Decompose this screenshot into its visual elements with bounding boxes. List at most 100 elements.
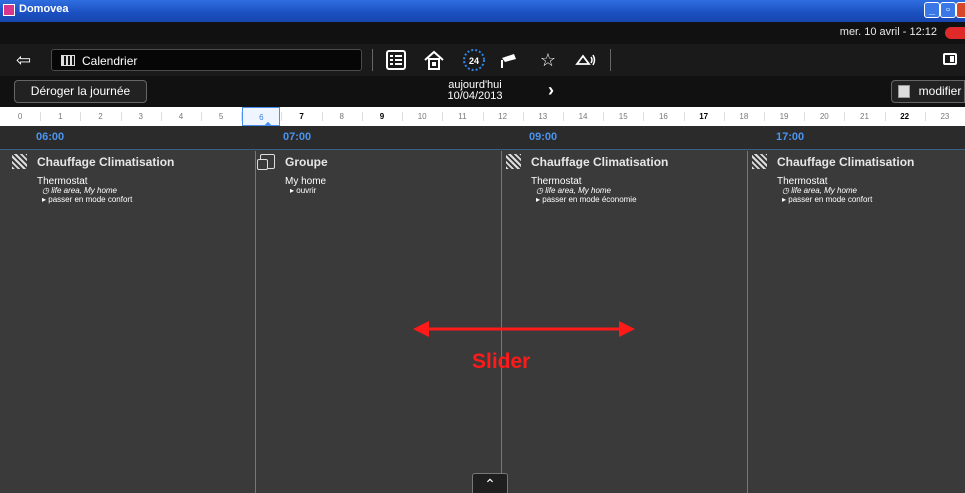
hour-tick-label[interactable]: 14	[564, 107, 602, 126]
hour-tick-label[interactable]: 0	[1, 107, 39, 126]
app-icon	[3, 4, 15, 16]
day-bar: Déroger la journée aujourd'hui 10/04/201…	[0, 76, 965, 107]
calendar-icon	[61, 55, 75, 66]
section-selector[interactable]: Calendrier	[51, 49, 362, 71]
list-icon[interactable]	[384, 48, 408, 72]
hour-tick-label[interactable]: 23	[926, 107, 964, 126]
slider-annotation: Slider	[472, 350, 531, 373]
hour-divider	[361, 112, 363, 121]
event-time: 07:00	[283, 131, 312, 143]
hour-divider	[482, 112, 484, 121]
hour-tick-label[interactable]: 8	[323, 107, 361, 126]
hour-divider	[924, 112, 926, 121]
hour-divider	[603, 112, 605, 121]
event-time: 17:00	[776, 131, 805, 143]
hour-tick-label[interactable]: 15	[604, 107, 642, 126]
derogate-day-button[interactable]: Déroger la journée	[14, 80, 147, 103]
hour-divider	[844, 112, 846, 121]
hour-tick-label[interactable]: 19	[765, 107, 803, 126]
hour-tick-label[interactable]: 6	[242, 107, 281, 126]
hour-tick-label[interactable]: 3	[122, 107, 160, 126]
status-bar: mer. 10 avril - 12:12	[0, 22, 965, 44]
maximize-button[interactable]: ▫	[940, 2, 956, 18]
hour-tick-label[interactable]: 20	[805, 107, 843, 126]
hour-divider	[120, 112, 122, 121]
hour-ruler[interactable]: 0 1 2 3 4 5 6 7 8 9 10 11 12 13 14 15 16 17 18 19 20 21 22 23	[0, 107, 965, 126]
event-location: ◷ life area, My home	[782, 186, 858, 195]
event-action: passer en mode confort	[782, 195, 872, 204]
next-day-arrow[interactable]: ›	[548, 80, 554, 101]
alert-icon[interactable]	[574, 48, 598, 72]
panel-icon[interactable]	[943, 53, 957, 65]
modify-button[interactable]: modifier	[891, 80, 965, 103]
status-indicator[interactable]	[945, 27, 965, 39]
minimize-button[interactable]: _	[924, 2, 940, 18]
home-icon[interactable]	[422, 48, 446, 72]
close-button[interactable]	[956, 2, 965, 18]
event-title: Chauffage Climatisation	[777, 155, 915, 169]
current-date: aujourd'hui 10/04/2013	[440, 80, 510, 102]
window-title: Domovea	[19, 3, 69, 15]
heating-icon	[12, 154, 27, 169]
hour-tick-label[interactable]: 11	[443, 107, 481, 126]
hour-divider	[643, 112, 645, 121]
event-action: ouvrir	[290, 186, 316, 195]
back-arrow-icon[interactable]: ⇦	[16, 49, 38, 71]
heating-icon	[506, 154, 521, 169]
section-label: Calendrier	[82, 54, 138, 68]
edit-icon	[898, 85, 910, 98]
24h-icon[interactable]: 24	[462, 48, 486, 72]
today-date: 10/04/2013	[447, 90, 503, 102]
hour-tick-label[interactable]: 16	[644, 107, 682, 126]
hour-divider	[683, 112, 685, 121]
hour-divider	[522, 112, 524, 121]
hour-divider	[40, 112, 42, 121]
event-action: passer en mode économie	[536, 195, 636, 204]
hour-divider	[241, 112, 243, 121]
hour-divider	[281, 112, 283, 121]
toolbar: ⇦ Calendrier 24 ☆	[0, 44, 965, 76]
hour-tick-label[interactable]: 21	[845, 107, 883, 126]
event-time: 06:00	[36, 131, 65, 143]
hour-divider	[201, 112, 203, 121]
toolbar-divider	[372, 49, 373, 71]
hour-tick-label[interactable]: 13	[524, 107, 562, 126]
hour-tick-label[interactable]: 10	[403, 107, 441, 126]
hour-divider	[804, 112, 806, 121]
hour-divider	[562, 112, 564, 121]
event-action: passer en mode confort	[42, 195, 132, 204]
status-datetime: mer. 10 avril - 12:12	[839, 26, 937, 38]
window-titlebar: Domovea _ ▫	[0, 0, 965, 22]
group-icon	[257, 154, 275, 170]
hour-tick-label[interactable]: 22	[886, 107, 924, 126]
event-title: Chauffage Climatisation	[531, 155, 669, 169]
hour-divider	[442, 112, 444, 121]
star-icon[interactable]: ☆	[536, 48, 560, 72]
toolbar-divider	[610, 49, 611, 71]
hour-divider	[321, 112, 323, 121]
hour-divider	[80, 112, 82, 121]
event-time: 09:00	[529, 131, 558, 143]
hour-tick-label[interactable]: 5	[202, 107, 240, 126]
hour-tick-label[interactable]: 7	[283, 107, 321, 126]
hour-tick-label[interactable]: 18	[725, 107, 763, 126]
hour-divider	[763, 112, 765, 121]
event-location: ◷ life area, My home	[536, 186, 612, 195]
event-card[interactable]: Chauffage Climatisation Thermostat ◷ lif…	[748, 151, 965, 493]
hour-divider	[402, 112, 404, 121]
event-title: Chauffage Climatisation	[37, 155, 175, 169]
svg-text:24: 24	[469, 56, 479, 66]
camera-icon[interactable]	[498, 48, 522, 72]
heating-icon	[752, 154, 767, 169]
event-title: Groupe	[285, 155, 328, 169]
hour-tick-label[interactable]: 9	[363, 107, 401, 126]
hour-tick-label[interactable]: 12	[484, 107, 522, 126]
chevron-up-button[interactable]: ⌃	[472, 473, 508, 493]
hour-tick-label[interactable]: 17	[685, 107, 723, 126]
hour-tick-label[interactable]: 1	[41, 107, 79, 126]
event-card[interactable]: Chauffage Climatisation Thermostat ◷ lif…	[8, 151, 254, 493]
slider-arrow-icon	[413, 321, 635, 337]
event-location: ◷ life area, My home	[42, 186, 118, 195]
hour-tick-label[interactable]: 2	[82, 107, 120, 126]
hour-tick-label[interactable]: 4	[162, 107, 200, 126]
